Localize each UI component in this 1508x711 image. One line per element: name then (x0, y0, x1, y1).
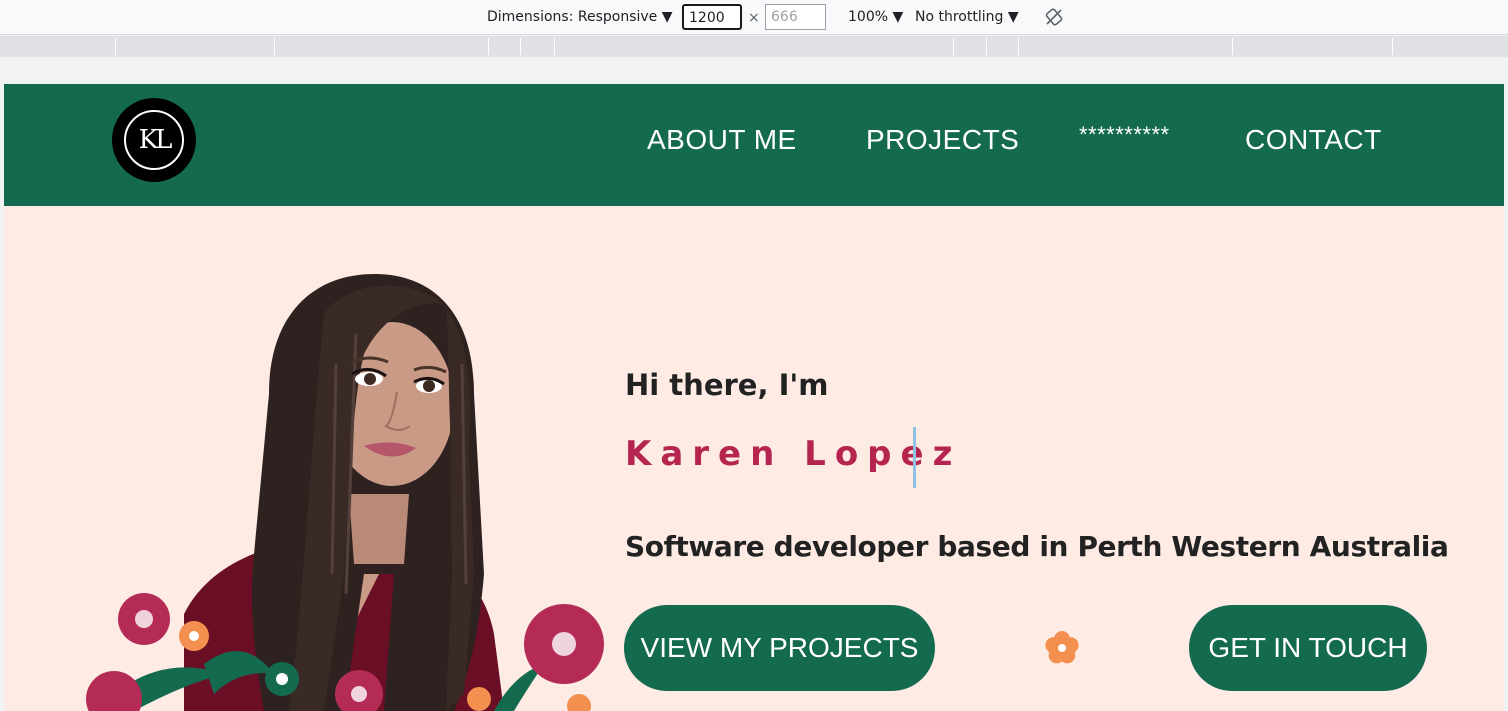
get-in-touch-button[interactable]: GET IN TOUCH (1189, 605, 1427, 691)
width-input[interactable]: 1200 (682, 4, 742, 30)
times-symbol: × (748, 10, 760, 26)
page-gap (4, 57, 1504, 84)
rotate-icon[interactable] (1044, 7, 1064, 27)
nav-link-hidden[interactable]: ********** (1079, 122, 1170, 148)
view-projects-button[interactable]: VIEW MY PROJECTS (624, 605, 935, 691)
flower-icon (1045, 631, 1079, 664)
hero-tagline: Software developer based in Perth Wester… (625, 530, 1449, 563)
nav-link-projects[interactable]: PROJECTS (866, 124, 1019, 156)
nav-link-contact[interactable]: CONTACT (1245, 124, 1382, 156)
typing-cursor (913, 427, 916, 488)
logo-text: KL (138, 125, 173, 155)
page-viewport: KL ABOUT ME PROJECTS ********** CONTACT (4, 84, 1504, 711)
hero-greeting: Hi there, I'm (625, 368, 829, 402)
responsive-ruler (0, 36, 1508, 57)
navbar: KL ABOUT ME PROJECTS ********** CONTACT (4, 84, 1504, 206)
devtools-toolbar: Dimensions: Responsive ▼ 1200 × 666 100%… (0, 0, 1508, 35)
nav-link-about[interactable]: ABOUT ME (647, 124, 797, 156)
zoom-dropdown[interactable]: 100% ▼ (848, 9, 903, 25)
logo[interactable]: KL (112, 98, 196, 182)
throttling-dropdown[interactable]: No throttling ▼ (915, 9, 1019, 25)
height-input[interactable]: 666 (765, 4, 826, 30)
hero-name: Karen Lopez (625, 434, 962, 474)
avatar-illustration (86, 274, 604, 711)
dimensions-dropdown[interactable]: Dimensions: Responsive ▼ (487, 9, 673, 25)
